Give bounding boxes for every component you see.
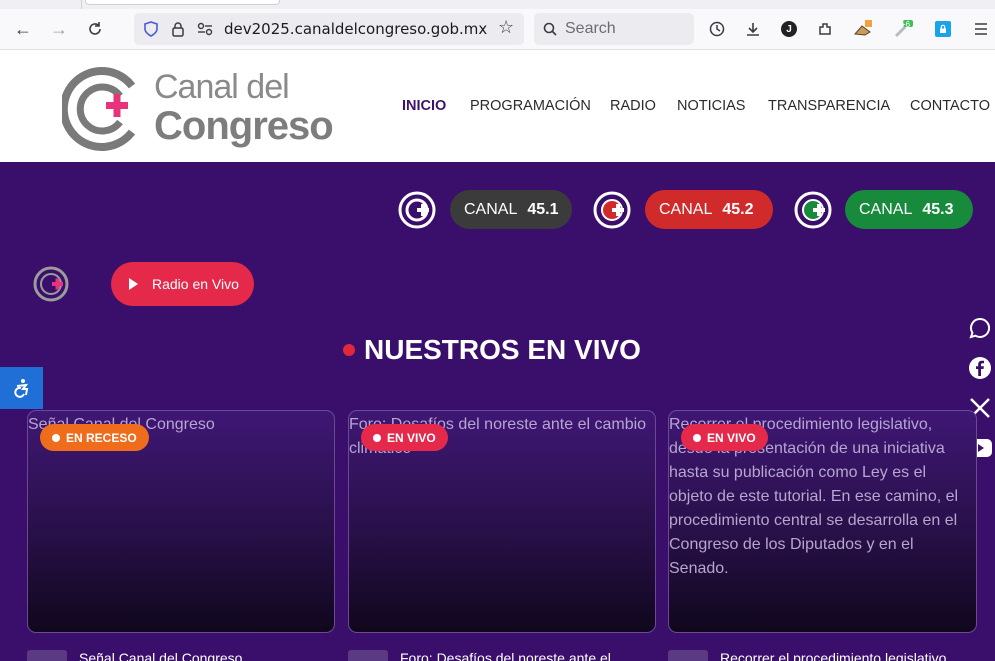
forward-icon[interactable]: →: [45, 15, 73, 43]
play-icon: [129, 278, 138, 290]
reload-icon[interactable]: [81, 15, 109, 43]
nav-radio[interactable]: RADIO: [610, 98, 656, 114]
nav-noticias[interactable]: NOTICIAS: [677, 98, 745, 114]
search-placeholder: Search: [565, 20, 616, 37]
avatar: [27, 650, 67, 661]
logo-text-top: Canal del: [154, 68, 290, 106]
card-footer-title[interactable]: Señal Canal del Congreso: [79, 650, 335, 661]
nav-programacion[interactable]: PROGRAMACIÓN: [470, 98, 591, 114]
channel-label: CANAL: [464, 200, 518, 218]
site-header: Canal del Congreso INICIO PROGRAMACIÓN R…: [0, 50, 995, 162]
badge-dot: [52, 433, 60, 442]
badge-text: EN VIVO: [707, 430, 756, 445]
badge-text: EN RECESO: [66, 430, 137, 445]
history-icon[interactable]: [703, 15, 731, 43]
channel-number: 45.3: [922, 200, 954, 218]
channel-45-2-icon: [593, 191, 631, 229]
card-footer-title[interactable]: Foro: Desafíos del noreste ante el: [400, 650, 656, 661]
bookmark-star-icon[interactable]: ☆: [498, 17, 514, 38]
accessibility-button[interactable]: [0, 367, 43, 409]
radio-live-button[interactable]: Radio en Vivo: [111, 262, 254, 306]
tab-separator: [81, 0, 82, 9]
extension-count-badge: +6: [901, 20, 911, 29]
channel-45-1-button[interactable]: CANAL 45.1: [450, 190, 572, 229]
card-footer-title[interactable]: Recorrer el procedimiento legislativo,: [720, 650, 980, 661]
radio-logo-icon: [33, 266, 69, 302]
channel-45-2-button[interactable]: CANAL 45.2: [645, 190, 773, 229]
active-tab[interactable]: [85, 0, 280, 5]
section-title-text: NUESTROS EN VIVO: [364, 334, 641, 365]
live-dot-icon: [343, 344, 355, 356]
tab-strip: [0, 0, 995, 9]
section-title: NUESTROS EN VIVO: [343, 334, 641, 366]
badge-text: EN VIVO: [387, 430, 436, 445]
shield-icon[interactable]: [143, 21, 159, 37]
account-avatar[interactable]: J: [775, 15, 803, 43]
facebook-icon[interactable]: [964, 352, 995, 384]
extension-fox-icon[interactable]: [849, 15, 877, 43]
channel-45-3-icon: [794, 191, 832, 229]
channel-number: 45.1: [527, 200, 559, 218]
accessibility-icon: [13, 379, 28, 398]
browser-toolbar: ← → dev2025.canaldelcongreso.gob.mx ☆ Se…: [0, 9, 995, 50]
downloads-icon[interactable]: [739, 15, 767, 43]
permissions-icon[interactable]: [197, 22, 213, 36]
channel-label: CANAL: [859, 200, 913, 218]
url-text[interactable]: dev2025.canaldelcongreso.gob.mx: [224, 20, 487, 38]
status-badge: EN RECESO: [40, 424, 149, 451]
password-manager-icon[interactable]: [929, 15, 957, 43]
site-logo[interactable]: Canal del Congreso: [62, 66, 342, 152]
back-icon[interactable]: ←: [9, 15, 37, 43]
badge-dot: [693, 433, 701, 442]
nav-transparencia[interactable]: TRANSPARENCIA: [768, 98, 890, 114]
search-icon: [543, 22, 557, 36]
address-bar[interactable]: dev2025.canaldelcongreso.gob.mx ☆: [134, 13, 524, 45]
channel-label: CANAL: [659, 200, 713, 218]
status-badge: EN VIVO: [681, 424, 768, 451]
whatsapp-icon[interactable]: [964, 312, 995, 344]
lock-icon[interactable]: [171, 21, 185, 37]
extensions-icon[interactable]: [811, 15, 839, 43]
profile-initial: J: [781, 21, 797, 37]
radio-live-label: Radio en Vivo: [152, 276, 239, 292]
nav-contacto[interactable]: CONTACTO: [910, 98, 990, 114]
logo-mark: [62, 67, 136, 151]
extension-badge-icon[interactable]: +6: [889, 15, 917, 43]
channel-45-3-button[interactable]: CANAL 45.3: [845, 190, 973, 229]
badge-dot: [373, 433, 381, 442]
avatar: [668, 650, 708, 661]
logo-text-bottom: Congreso: [154, 104, 334, 148]
menu-icon[interactable]: [967, 15, 995, 43]
channel-number: 45.2: [722, 200, 754, 218]
avatar: [348, 650, 388, 661]
search-bar[interactable]: Search: [534, 13, 694, 45]
channel-45-1-icon: [398, 191, 436, 229]
status-badge: EN VIVO: [361, 424, 448, 451]
nav-inicio[interactable]: INICIO: [402, 98, 446, 114]
